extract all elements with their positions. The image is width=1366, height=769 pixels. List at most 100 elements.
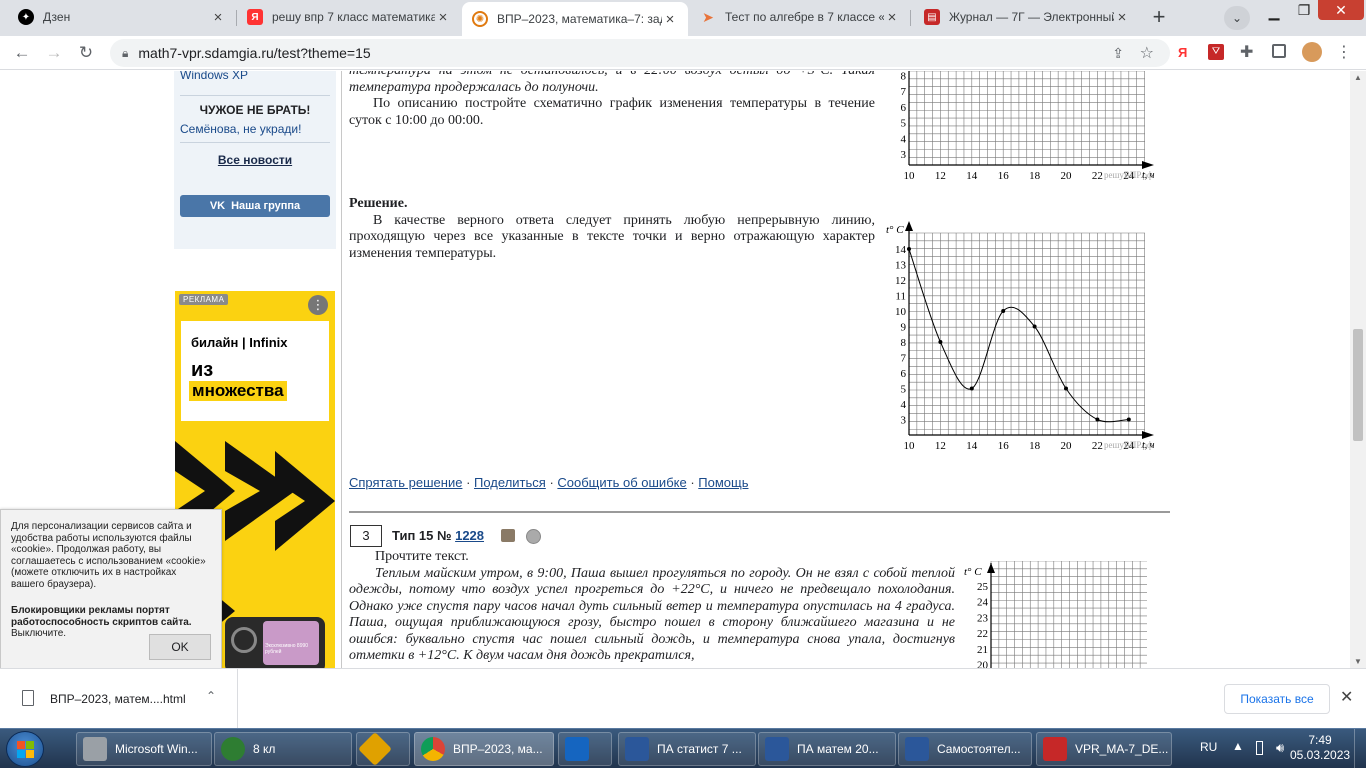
tab-dzen[interactable]: ✦ Дзен × bbox=[8, 0, 236, 34]
tray-arrow-icon[interactable]: ▲ bbox=[1232, 739, 1244, 753]
help-link[interactable]: Помощь bbox=[698, 475, 748, 490]
battery-icon[interactable] bbox=[1256, 741, 1263, 755]
menu-icon[interactable]: ⋮ bbox=[1336, 42, 1352, 62]
scrollbar-thumb[interactable] bbox=[1353, 329, 1363, 441]
clock[interactable]: 7:49 05.03.2023 bbox=[1290, 733, 1350, 763]
y-tick-label: 4 bbox=[901, 399, 907, 411]
taskbar-label: ВПР–2023, ма... bbox=[453, 742, 543, 756]
bookmark-star-icon[interactable]: ☆ bbox=[1140, 43, 1154, 63]
language-indicator[interactable]: RU bbox=[1200, 740, 1217, 754]
scroll-down-icon[interactable]: ▼ bbox=[1354, 657, 1362, 666]
taskbar-item-pa-matem[interactable]: ПА матем 20... bbox=[758, 732, 896, 766]
grid-chart-top: 876543 10 12 14 16 18 20 22 24 решуВПР.рф t, ч bbox=[901, 71, 1155, 182]
taskbar-label: ПА статист 7 ... bbox=[657, 742, 742, 756]
ad-line2: множества bbox=[189, 381, 287, 401]
video-icon[interactable] bbox=[501, 529, 515, 542]
address-bar[interactable]: 🔒︎ math7-vpr.sdamgia.ru/test?theme=15 ⇪ … bbox=[110, 39, 1170, 67]
start-button[interactable] bbox=[6, 731, 44, 767]
y-tick-label: 25 bbox=[977, 581, 989, 593]
problem-separator bbox=[349, 511, 1170, 513]
y-tick-label: 6 bbox=[901, 102, 907, 114]
toolbar: ← → ↻ 🔒︎ math7-vpr.sdamgia.ru/test?theme… bbox=[0, 36, 1366, 70]
tab-test-algebra[interactable]: ➤ Тест по алгебре в 7 классе «С × bbox=[690, 0, 910, 34]
y-tick-label: 10 bbox=[895, 306, 907, 318]
word-icon bbox=[765, 737, 789, 761]
sidepanel-icon[interactable] bbox=[1272, 44, 1286, 58]
close-icon[interactable]: × bbox=[662, 11, 678, 28]
page-scrollbar[interactable]: ▲ ▼ bbox=[1350, 71, 1366, 668]
word-icon bbox=[905, 737, 929, 761]
report-error-link[interactable]: Сообщить об ошибке bbox=[557, 475, 686, 490]
problem-id-link[interactable]: 1228 bbox=[455, 528, 484, 543]
taskbar-item-app[interactable] bbox=[356, 732, 410, 766]
y-tick-label: 23 bbox=[977, 612, 989, 624]
chevron-up-icon[interactable]: ⌃ bbox=[206, 689, 216, 703]
vk-group-button[interactable]: VK Наша группа bbox=[180, 195, 330, 217]
close-icon[interactable]: × bbox=[435, 9, 451, 26]
reload-icon[interactable]: ↻ bbox=[76, 44, 96, 62]
close-window-button[interactable]: ✕ bbox=[1318, 0, 1364, 20]
y-tick-label: 24 bbox=[977, 597, 989, 609]
close-download-bar-icon[interactable]: ✕ bbox=[1340, 687, 1353, 707]
tab-search-icon[interactable]: ⌄ bbox=[1224, 6, 1250, 30]
cookie-ok-button[interactable]: OK bbox=[149, 634, 211, 660]
volume-icon[interactable]: 🔊︎ bbox=[1276, 740, 1284, 756]
tab-strip: ✦ Дзен × Я решу впр 7 класс математика ×… bbox=[0, 0, 1366, 36]
y-tick-label: 4 bbox=[901, 133, 907, 145]
yandex-extension-icon[interactable]: Я bbox=[1178, 45, 1187, 60]
solution-chart: t° С 14131211109876543 10 12 14 16 18 20 22 24 … bbox=[886, 221, 1155, 452]
tab-title: ВПР–2023, математика–7: зада bbox=[497, 12, 662, 26]
back-icon[interactable]: ← bbox=[12, 44, 32, 62]
scroll-up-icon[interactable]: ▲ bbox=[1354, 73, 1362, 82]
minimize-button[interactable]: ▁ bbox=[1262, 4, 1286, 21]
vk-icon: VK bbox=[209, 200, 226, 212]
taskbar-label: 8 кл bbox=[253, 742, 276, 756]
news-link-semenova[interactable]: Семёнова, не укради! bbox=[180, 122, 301, 136]
solution-text: В качестве верного ответа следует принят… bbox=[349, 212, 875, 261]
share-icon[interactable]: ⇪ bbox=[1112, 45, 1124, 62]
taskbar-item-chrome[interactable]: ВПР–2023, ма... bbox=[414, 732, 554, 766]
extensions-icon[interactable]: ✚ bbox=[1240, 42, 1253, 62]
pdf-icon bbox=[1043, 737, 1067, 761]
show-all-button[interactable]: Показать все bbox=[1224, 684, 1330, 714]
app-icon bbox=[358, 733, 392, 765]
close-icon[interactable]: × bbox=[884, 9, 900, 26]
show-desktop-button[interactable] bbox=[1354, 729, 1366, 769]
new-tab-button[interactable]: + bbox=[1146, 5, 1172, 31]
close-icon[interactable]: × bbox=[210, 9, 226, 26]
x-tick-label: 10 bbox=[904, 440, 916, 452]
taskbar-item-vpr-pdf[interactable]: VPR_MA-7_DE... bbox=[1036, 732, 1172, 766]
restore-button[interactable]: ❐ bbox=[1292, 2, 1316, 19]
vk-button-label: Наша группа bbox=[231, 200, 301, 212]
y-tick-label: 7 bbox=[901, 86, 907, 98]
status-circle-icon[interactable] bbox=[526, 529, 541, 544]
tab-reshu-vpr[interactable]: Я решу впр 7 класс математика × bbox=[237, 0, 461, 34]
y-tick-label: 8 bbox=[901, 337, 907, 349]
close-icon[interactable]: × bbox=[1114, 9, 1130, 26]
share-link[interactable]: Поделиться bbox=[474, 475, 546, 490]
hide-solution-link[interactable]: Спрятать решение bbox=[349, 475, 462, 490]
taskbar-label: ПА матем 20... bbox=[797, 742, 879, 756]
yandex-icon: Я bbox=[247, 9, 263, 25]
download-item[interactable]: ВПР–2023, матем....html ⌃ bbox=[0, 669, 238, 729]
tab-journal[interactable]: ▤ Журнал — 7Г — Электронный × bbox=[914, 0, 1140, 34]
taskbar-item-remote[interactable] bbox=[558, 732, 612, 766]
taskbar-item-microsoft-windows[interactable]: Microsoft Win... bbox=[76, 732, 212, 766]
pdf-extension-icon[interactable]: ⛛ bbox=[1208, 44, 1224, 60]
cookie-notice: Для персонализации сервисов сайта и удоб… bbox=[0, 509, 222, 668]
tab-vpr-2023[interactable]: ✺ ВПР–2023, математика–7: зада × bbox=[462, 2, 688, 36]
download-bar: ВПР–2023, матем....html ⌃ Показать все ✕ bbox=[0, 668, 1366, 729]
profile-avatar[interactable] bbox=[1302, 42, 1322, 62]
x-tick-label: 12 bbox=[935, 440, 946, 452]
news-headline: ЧУЖОЕ НЕ БРАТЬ! bbox=[199, 103, 311, 117]
ad-phone-image: Эксклюзивно 8990 рублей bbox=[225, 617, 325, 668]
taskbar-item-8kl[interactable]: 8 кл bbox=[214, 732, 352, 766]
all-news-link[interactable]: Все новости bbox=[174, 153, 336, 167]
cookie-text: Для персонализации сервисов сайта и удоб… bbox=[11, 521, 206, 590]
problem-1: температура на этом не остановилось, и в… bbox=[349, 71, 875, 129]
news-link-windows-xp[interactable]: Windows XP bbox=[180, 71, 248, 82]
taskbar-item-samostoyatel[interactable]: Самостоятел... bbox=[898, 732, 1032, 766]
ad-menu-icon[interactable]: ⋮ bbox=[308, 295, 328, 315]
taskbar-item-pa-statist[interactable]: ПА статист 7 ... bbox=[618, 732, 756, 766]
forward-icon[interactable]: → bbox=[44, 44, 64, 62]
